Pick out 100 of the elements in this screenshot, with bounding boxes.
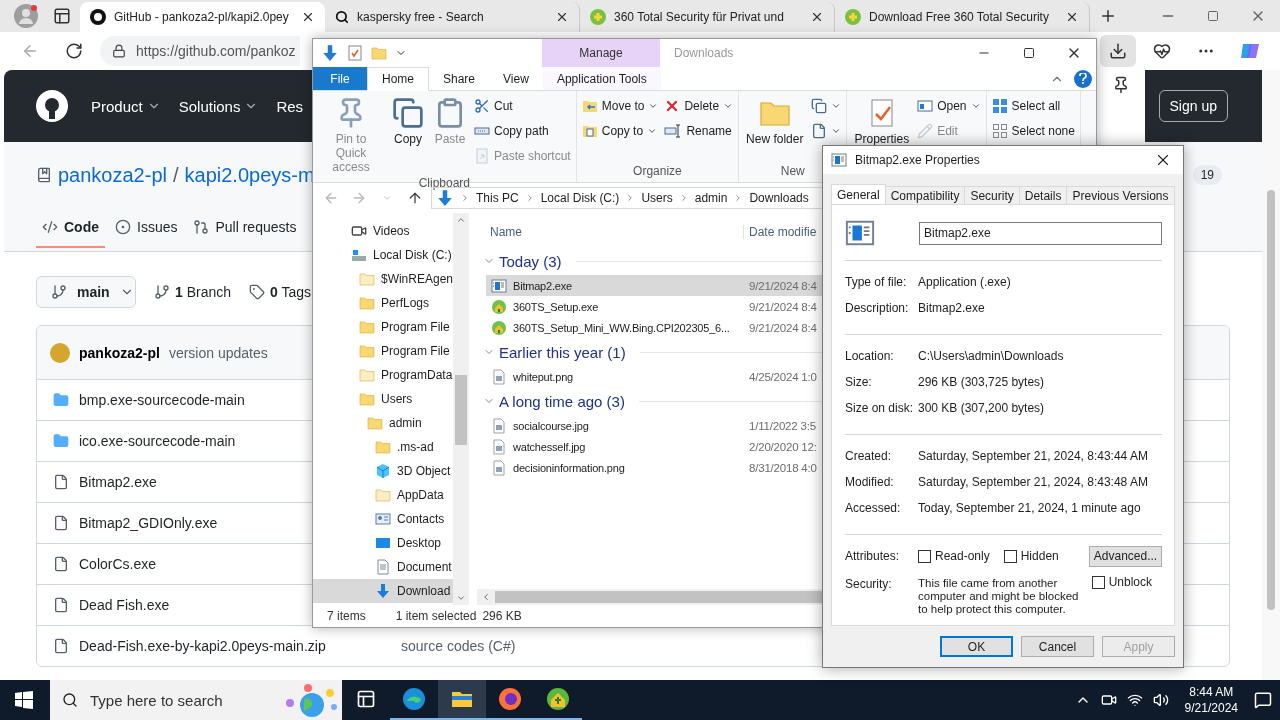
branch-button[interactable]: main [36, 276, 136, 308]
nav-item[interactable]: AppData [313, 483, 453, 507]
volume-icon[interactable] [1152, 692, 1169, 708]
owner-link[interactable]: pankoza2-pl [58, 163, 167, 187]
copy-button[interactable]: Copy [390, 95, 426, 148]
scrollbar[interactable] [453, 213, 469, 605]
nav-item[interactable]: Local Disk (C:) [313, 243, 453, 267]
nav-item[interactable]: admin [313, 411, 453, 435]
dialog-tab[interactable]: Previous Versions [1066, 186, 1175, 204]
file-name-field[interactable]: Bitmap2.exe [919, 221, 1162, 245]
network-icon[interactable] [1126, 692, 1143, 708]
reload-icon[interactable] [65, 42, 83, 60]
new-folder-button[interactable]: New folder [744, 95, 806, 148]
file-link[interactable]: ColorCs.exe [79, 556, 157, 572]
notification-icon[interactable] [1254, 691, 1272, 709]
repo-tab[interactable]: Code [36, 208, 105, 248]
clock[interactable]: 8:44 AM 9/21/2024 [1178, 684, 1244, 716]
column-header[interactable]: Name [477, 225, 743, 239]
taskbar-app[interactable] [438, 680, 486, 720]
pin-icon[interactable] [1112, 76, 1130, 94]
scroll-left-icon[interactable] [481, 592, 491, 602]
nav-item[interactable]: Program File [313, 315, 453, 339]
up-icon[interactable] [407, 190, 423, 206]
file-link[interactable]: Dead-Fish.exe-by-kapi2.0peys-main.zip [79, 638, 326, 654]
restore-icon[interactable] [1206, 10, 1219, 22]
nav-item[interactable]: Document [313, 555, 453, 579]
breadcrumb[interactable]: This PC [476, 191, 519, 205]
commit-message[interactable]: version updates [168, 344, 268, 361]
nav-item[interactable]: Videos [313, 219, 453, 243]
select-all-button[interactable]: Select all [991, 95, 1075, 117]
breadcrumb[interactable]: Local Disk (C:) [540, 191, 620, 205]
checkbox-label[interactable]: Hidden [1020, 549, 1059, 563]
nav-link[interactable]: Solutions [178, 97, 259, 115]
scroll-up-icon[interactable] [456, 215, 466, 225]
scroll-down-icon[interactable] [456, 593, 466, 603]
file-link[interactable]: ico.exe-sourcecode-main [79, 433, 236, 449]
ribbon-tab[interactable]: Application Tools [542, 67, 661, 90]
search-input[interactable]: Type here to search [88, 690, 268, 710]
checkbox[interactable] [1003, 549, 1017, 563]
close-icon[interactable] [555, 10, 569, 24]
properties-check-icon[interactable] [347, 45, 363, 61]
file-link[interactable]: bmp.exe-sourcecode-main [79, 392, 245, 408]
breadcrumb[interactable]: Users [641, 191, 673, 205]
tags-link[interactable]: 0 Tags [270, 284, 312, 300]
browser-tab[interactable]: GitHub - pankoza2-pl/kapi2.0pey [80, 2, 325, 32]
address-field[interactable]: https://github.com/pankoz [100, 36, 300, 66]
cut-button[interactable]: Cut [474, 95, 571, 117]
ribbon-tab[interactable]: Home [367, 67, 429, 91]
four-panes-logo-icon[interactable] [15, 691, 33, 709]
download-icon[interactable] [1109, 42, 1127, 60]
nav-link[interactable]: Res [276, 97, 304, 115]
nav-item[interactable]: Program File [313, 339, 453, 363]
heart-pulse-icon[interactable] [1153, 42, 1171, 60]
copy-to-button[interactable]: Copy to [581, 120, 659, 142]
nav-item[interactable]: 3D Object [313, 459, 453, 483]
sign-up-button[interactable]: Sign up [1158, 90, 1228, 122]
tab-actions-icon[interactable] [53, 7, 71, 25]
breadcrumb[interactable]: Downloads [749, 191, 809, 205]
ribbon-tab[interactable]: File [313, 67, 367, 90]
copy-path-button[interactable]: Copy path [474, 120, 571, 142]
nav-item[interactable]: ProgramData [313, 363, 453, 387]
dialog-tab[interactable]: Security [964, 186, 1020, 204]
move-button[interactable]: Move to [581, 95, 659, 117]
nav-item[interactable]: $WinREAgen [313, 267, 453, 291]
nav-item[interactable]: Download [313, 579, 453, 603]
repo-tab[interactable]: Issues [109, 208, 184, 248]
dialog-button[interactable]: OK [940, 636, 1013, 657]
file-link[interactable]: Bitmap2.exe [79, 474, 157, 490]
branches-link[interactable]: 1 Branch [175, 284, 232, 300]
ribbon-tab[interactable]: Share [429, 67, 490, 90]
column-header[interactable]: Date modifie [743, 225, 817, 239]
dialog-tab[interactable]: Compatibility [884, 186, 966, 204]
file-link[interactable]: Bitmap2_GDIOnly.exe [79, 515, 218, 531]
nav-item[interactable]: Desktop [313, 531, 453, 555]
commit-author[interactable]: pankoza2-pl [79, 344, 160, 361]
nav-item[interactable]: Users [313, 387, 453, 411]
breadcrumb[interactable]: admin [694, 191, 728, 205]
close-icon[interactable] [1065, 10, 1079, 24]
logo-icon[interactable] [36, 90, 68, 122]
dialog-button[interactable]: Cancel [1021, 636, 1094, 657]
delete-button[interactable]: Delete [664, 95, 734, 117]
profile-icon[interactable] [13, 3, 39, 29]
dialog-tab[interactable]: General [831, 184, 886, 204]
checkbox[interactable] [1091, 575, 1105, 589]
file-link[interactable]: Dead Fish.exe [79, 597, 170, 613]
checkbox-label[interactable]: Unblock [1108, 575, 1152, 589]
search-box[interactable]: Type here to search [50, 680, 342, 720]
nav-item[interactable]: .ms-ad [313, 435, 453, 459]
nav-item[interactable]: Contacts [313, 507, 453, 531]
camera-icon[interactable] [1100, 692, 1117, 708]
commit-message[interactable]: source codes (C#) [401, 638, 516, 654]
advanced-button[interactable]: Advanced... [1089, 545, 1162, 567]
select-none-button[interactable]: Select none [991, 120, 1075, 142]
nav-link[interactable]: Product [91, 97, 161, 115]
help-icon[interactable] [1074, 69, 1092, 88]
rename-button[interactable]: Rename [664, 120, 734, 142]
checkbox[interactable] [918, 549, 931, 563]
close-icon[interactable] [301, 10, 315, 24]
properties-button[interactable]: Properties [852, 95, 912, 148]
new-tab-icon[interactable] [1099, 7, 1117, 25]
